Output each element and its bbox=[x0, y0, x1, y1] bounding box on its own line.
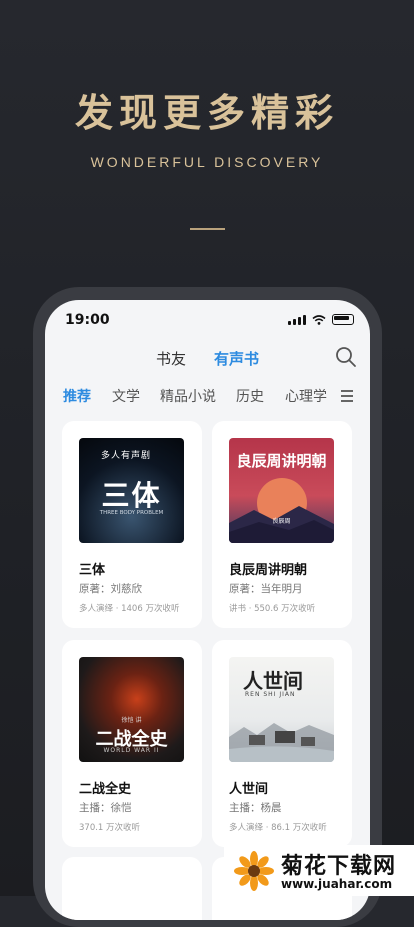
book-author: 主播：徐恺 bbox=[79, 802, 132, 814]
site-watermark: 菊花下载网 www.juahar.com bbox=[224, 845, 414, 896]
tab-audiobooks[interactable]: 有声书 bbox=[214, 348, 259, 369]
promo-divider bbox=[190, 228, 225, 230]
status-icons bbox=[288, 314, 354, 325]
cover-subtitle: WORLD WAR II bbox=[103, 747, 160, 754]
flower-logo-icon bbox=[234, 851, 274, 891]
battery-icon bbox=[332, 314, 354, 325]
watermark-url: www.juahar.com bbox=[281, 877, 393, 891]
book-author: 原著：刘慈欣 bbox=[79, 583, 142, 595]
cover-title: 三体 bbox=[101, 479, 162, 512]
book-stats: 370.1 万次收听 bbox=[79, 823, 141, 833]
book-author: 原著：当年明月 bbox=[229, 583, 303, 595]
status-bar: 19:00 bbox=[45, 300, 370, 340]
book-cover: 良辰周讲明朝 良辰周 bbox=[229, 438, 334, 543]
cover-title: 人世间 bbox=[243, 669, 303, 693]
book-cover: 徐恺 讲 二战全史 WORLD WAR II bbox=[79, 657, 184, 762]
book-card[interactable]: 良辰周讲明朝 良辰周 良辰周讲明朝 原著：当年明月 讲书 · 550.6 万次收… bbox=[212, 421, 352, 628]
cover-badge: 多人有声剧 bbox=[101, 451, 152, 461]
book-card[interactable] bbox=[62, 857, 202, 920]
header: 书友 有声书 bbox=[45, 340, 370, 376]
cover-subtitle: 良辰周 bbox=[272, 518, 291, 525]
book-title: 良辰周讲明朝 bbox=[229, 563, 308, 578]
book-author: 主播：杨晨 bbox=[229, 802, 282, 814]
book-title: 二战全史 bbox=[79, 782, 132, 797]
category-tabs: 推荐 文学 精品小说 历史 心理学 bbox=[45, 386, 370, 410]
category-psychology[interactable]: 心理学 bbox=[285, 386, 327, 406]
book-title: 三体 bbox=[79, 563, 106, 578]
promo-title: 发现更多精彩 bbox=[74, 90, 339, 135]
book-stats: 多人演绎 · 1406 万次收听 bbox=[79, 604, 180, 614]
book-cover: 人世间 REN SHI JIAN bbox=[229, 657, 334, 762]
wifi-icon bbox=[312, 314, 326, 325]
book-cover: 多人有声剧 三体 THREE BODY PROBLEM bbox=[79, 438, 184, 543]
cover-subtitle: THREE BODY PROBLEM bbox=[99, 510, 164, 516]
search-icon[interactable] bbox=[335, 346, 357, 368]
category-recommended[interactable]: 推荐 bbox=[63, 386, 91, 406]
book-stats: 多人演绎 · 86.1 万次收听 bbox=[229, 823, 327, 833]
book-card[interactable]: 人世间 REN SHI JIAN 人世间 主播：杨晨 多人演绎 · 86.1 万… bbox=[212, 640, 352, 847]
book-title: 人世间 bbox=[229, 782, 269, 797]
cover-subtitle: REN SHI JIAN bbox=[245, 691, 296, 698]
book-card[interactable]: 徐恺 讲 二战全史 WORLD WAR II 二战全史 主播：徐恺 370.1 … bbox=[62, 640, 202, 847]
book-card[interactable]: 多人有声剧 三体 THREE BODY PROBLEM 三体 原著：刘慈欣 多人… bbox=[62, 421, 202, 628]
book-stats: 讲书 · 550.6 万次收听 bbox=[229, 604, 316, 614]
category-literature[interactable]: 文学 bbox=[112, 386, 140, 406]
tab-book-friends[interactable]: 书友 bbox=[156, 348, 186, 369]
menu-icon[interactable] bbox=[341, 390, 353, 405]
status-time: 19:00 bbox=[65, 312, 110, 328]
cover-title: 良辰周讲明朝 bbox=[236, 452, 327, 470]
phone-screen: 19:00 书友 有声书 推荐 文学 精品小说 历史 心理学 多人有声剧 三体 … bbox=[45, 300, 370, 920]
signal-icon bbox=[288, 314, 306, 325]
category-history[interactable]: 历史 bbox=[236, 386, 264, 406]
promo-subtitle: WONDERFUL DISCOVERY bbox=[90, 154, 324, 170]
watermark-title: 菊花下载网 bbox=[281, 854, 397, 879]
cover-top-text: 徐恺 讲 bbox=[121, 717, 142, 724]
category-fiction[interactable]: 精品小说 bbox=[160, 386, 216, 406]
